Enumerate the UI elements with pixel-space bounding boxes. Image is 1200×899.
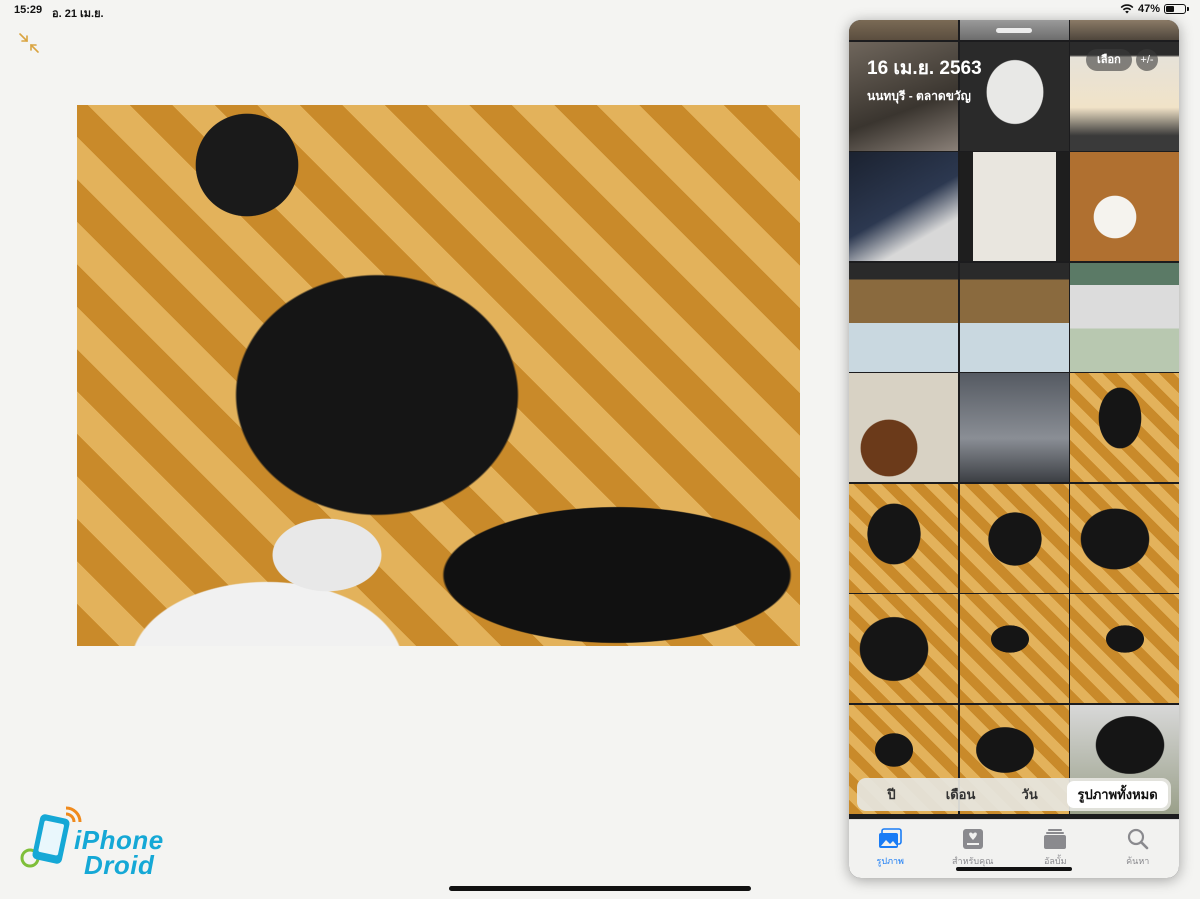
status-date: อ. 21 เม.ย. [52,8,104,20]
search-icon [1127,828,1149,850]
albums-icon [1044,829,1067,849]
photo-thumbnail[interactable] [1070,483,1179,593]
segment-months[interactable]: เดือน [929,781,992,808]
photo-thumbnail[interactable] [1070,373,1179,482]
tab-photos[interactable]: รูปภาพ [849,820,932,878]
tab-search[interactable]: ค้นหา [1097,820,1180,878]
segment-days[interactable]: วัน [998,781,1061,808]
photo-thumbnail[interactable] [849,20,958,40]
photo-thumbnail[interactable] [959,152,1069,261]
panel-home-indicator[interactable] [956,867,1072,871]
logo-text-droid: Droid [84,850,155,880]
minimize-icon[interactable] [18,32,40,54]
select-button[interactable]: เลือก [1086,49,1132,71]
tab-albums-label: อัลบั้ม [1043,856,1067,866]
photo-thumbnail[interactable] [849,262,958,372]
segment-years[interactable]: ปี [860,781,923,808]
photo-thumbnail[interactable] [849,483,958,593]
photo-thumbnail[interactable] [959,483,1069,593]
photos-slide-over-panel[interactable]: 16 เม.ย. 2563 นนทบุรี - ตลาดขวัญ เลือก +… [849,20,1179,878]
battery-percent: 47% [1137,3,1160,15]
photo-thumbnail[interactable] [959,594,1069,703]
status-time: 15:29 [14,4,43,16]
photo-thumbnail[interactable] [1070,20,1179,40]
photos-icon [879,828,903,848]
wifi-icon [1120,4,1134,14]
status-right: 47% [1120,3,1189,15]
segment-all-photos[interactable]: รูปภาพทั้งหมด [1067,781,1169,808]
home-indicator[interactable] [449,886,751,891]
photo-thumbnail[interactable] [959,373,1069,482]
zoom-toggle-button[interactable]: +/- [1136,49,1158,71]
moment-location[interactable]: นนทบุรี - ตลาดขวัญ [867,87,982,106]
photo-thumbnail[interactable] [959,262,1069,372]
photo-thumbnail[interactable] [849,152,958,261]
cat-photo[interactable] [77,105,800,646]
battery-icon [1164,4,1189,14]
photo-thumbnail[interactable] [849,594,958,703]
for-you-icon [962,829,983,849]
photo-grid [849,20,1179,814]
photo-thumbnail[interactable] [1070,262,1179,372]
tab-for-you-label: สำหรับคุณ [952,856,994,866]
tab-search-label: ค้นหา [1126,856,1150,866]
status-bar: 15:29 อ. 21 เม.ย. 47% [0,0,1200,20]
battery-level [1166,6,1174,12]
panel-header: 16 เม.ย. 2563 นนทบุรี - ตลาดขวัญ [867,53,982,106]
panel-grabber[interactable] [996,28,1032,33]
moment-date: 16 เม.ย. 2563 [867,58,982,79]
tab-photos-label: รูปภาพ [876,856,904,866]
view-segmented-control: ปี เดือน วัน รูปภาพทั้งหมด [857,778,1171,811]
photo-thumbnail[interactable] [1070,594,1179,703]
photo-thumbnail[interactable] [849,373,958,482]
iphonedroid-logo: iPhone Droid [18,800,168,880]
photo-thumbnail[interactable] [1070,152,1179,261]
